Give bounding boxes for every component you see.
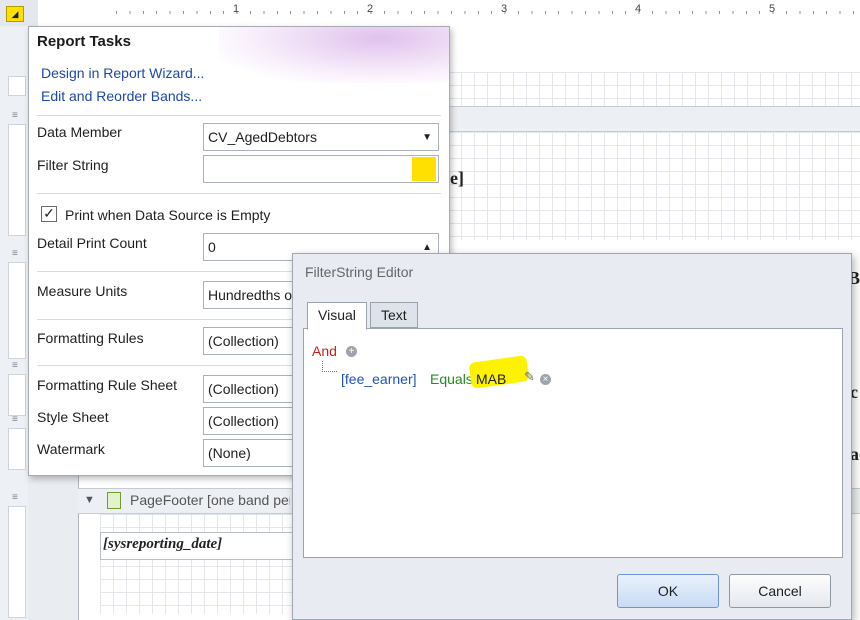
dropdown-arrow-icon[interactable]: ▼	[422, 125, 432, 150]
vertical-ruler-band	[8, 428, 26, 470]
filter-tree-editor[interactable]: And + [fee_earner] Equals MAB ✎ ×	[303, 328, 843, 558]
band-grid	[448, 132, 860, 240]
formatting-rules-value: (Collection)	[208, 333, 279, 349]
data-member-label: Data Member	[37, 124, 122, 140]
tree-connector	[322, 361, 337, 372]
formatting-rule-sheet-value: (Collection)	[208, 381, 279, 397]
watermark-value: (None)	[208, 445, 251, 461]
style-sheet-label: Style Sheet	[37, 409, 109, 425]
ruler-mark: 2	[367, 3, 374, 15]
band-grip-icon[interactable]: ≡	[12, 110, 22, 121]
ruler-corner: ◢	[0, 0, 38, 26]
horizontal-ruler: 1 2 3 4 5	[38, 0, 860, 27]
condition-value[interactable]: MAB	[476, 371, 506, 387]
vertical-ruler-band	[8, 506, 26, 618]
tab-visual[interactable]: Visual	[307, 302, 367, 330]
print-when-empty-checkbox[interactable]: ✓	[41, 206, 57, 222]
detail-print-count-value: 0	[208, 239, 216, 255]
style-sheet-value: (Collection)	[208, 413, 279, 429]
filter-editor-button[interactable]	[412, 157, 436, 181]
dialog-title: FilterString Editor	[305, 264, 414, 280]
ok-button[interactable]: OK	[617, 574, 719, 608]
band-document-icon	[107, 492, 121, 509]
pencil-icon[interactable]: ✎	[524, 369, 535, 385]
ruler-mark: 4	[635, 3, 642, 15]
formatting-rule-sheet-label: Formatting Rule Sheet	[37, 377, 178, 393]
tab-text[interactable]: Text	[370, 302, 418, 328]
watermark-label: Watermark	[37, 441, 105, 457]
band-grid	[100, 514, 300, 614]
group-operator[interactable]: And	[312, 343, 337, 359]
reporting-date-field[interactable]: [sysreporting_date]	[100, 532, 296, 560]
smart-tag-icon[interactable]: ◢	[6, 6, 24, 22]
vertical-ruler-band	[8, 76, 26, 96]
detail-print-count-label: Detail Print Count	[37, 235, 147, 251]
report-wizard-link[interactable]: Design in Report Wizard...	[41, 65, 204, 81]
page-footer-band-label: PageFooter [one band per page]	[130, 492, 290, 508]
ruler-mark: 3	[501, 3, 508, 15]
print-when-empty-label: Print when Data Source is Empty	[65, 207, 271, 223]
data-member-value: CV_AgedDebtors	[208, 129, 317, 145]
band-grip-icon[interactable]: ≡	[12, 492, 22, 503]
measure-units-label: Measure Units	[37, 283, 128, 299]
condition-field[interactable]: [fee_earner]	[341, 371, 417, 387]
ruler-mark: 1	[233, 3, 240, 15]
report-label-fragment: e]	[450, 168, 464, 188]
divider	[37, 193, 441, 194]
formatting-rules-label: Formatting Rules	[37, 330, 144, 346]
condition-operator[interactable]: Equals	[430, 371, 473, 387]
reporting-date-text: [sysreporting_date]	[103, 536, 223, 552]
band-grip-icon[interactable]: ≡	[12, 360, 22, 371]
vertical-ruler: ≡ ≡ ≡ ≡ ≡	[0, 26, 29, 620]
filter-string-editor-dialog: FilterString Editor Visual Text And + [f…	[292, 253, 852, 620]
report-tasks-title: Report Tasks	[37, 33, 131, 50]
band-grip-icon[interactable]: ≡	[12, 414, 22, 425]
cancel-button[interactable]: Cancel	[729, 574, 831, 608]
filter-string-field[interactable]	[203, 155, 439, 183]
ruler-mark: 5	[769, 3, 776, 15]
edit-bands-link[interactable]: Edit and Reorder Bands...	[41, 88, 202, 104]
band-grid	[448, 72, 860, 106]
remove-condition-icon[interactable]: ×	[540, 374, 551, 385]
vertical-ruler-band	[8, 374, 26, 416]
collapse-band-icon[interactable]: ▼	[84, 494, 95, 506]
vertical-ruler-band	[8, 262, 26, 359]
data-member-combo[interactable]: CV_AgedDebtors ▼	[203, 123, 439, 151]
panel-decoration	[219, 27, 449, 83]
vertical-ruler-band	[8, 124, 26, 236]
divider	[37, 115, 441, 116]
add-condition-icon[interactable]: +	[346, 346, 357, 357]
filter-string-label: Filter String	[37, 157, 109, 173]
ruler-ticks	[116, 6, 860, 18]
band-grip-icon[interactable]: ≡	[12, 248, 22, 259]
